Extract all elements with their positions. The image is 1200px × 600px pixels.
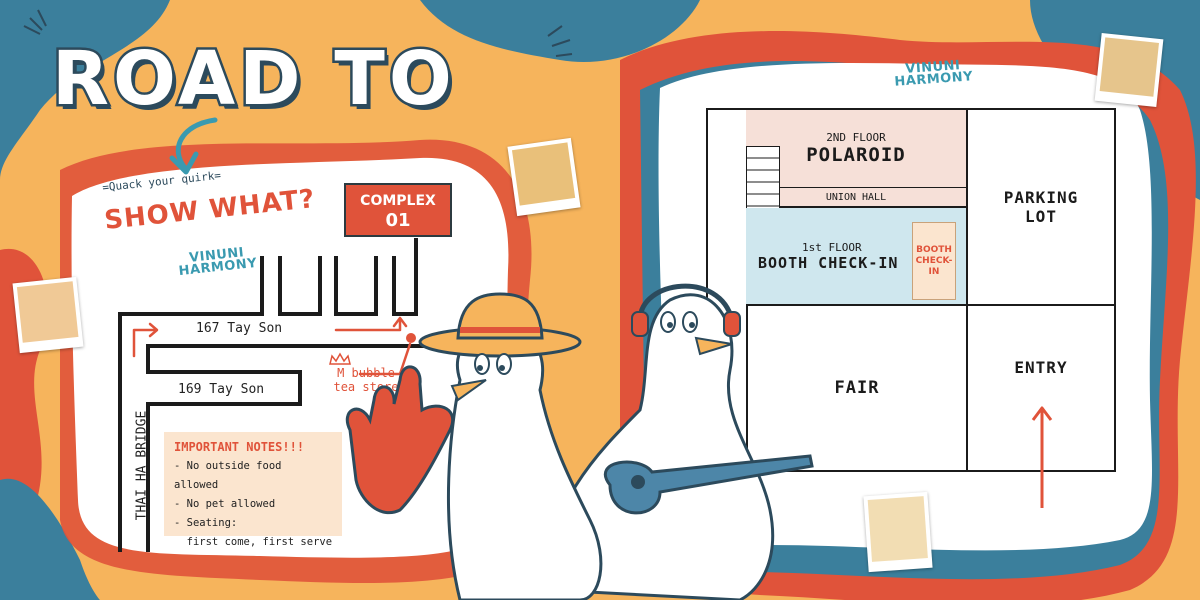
poster-line2: CHECK-IN — [915, 256, 953, 277]
photo-duck-4 — [863, 491, 933, 573]
note-item: - Seating: — [174, 517, 238, 529]
street-169: 169 Tay Son — [178, 382, 265, 397]
entry-label: ENTRY — [1014, 357, 1068, 377]
notes-heading: IMPORTANT NOTES!!! — [174, 440, 305, 454]
street-bridge: THAI HA BRIDGE — [134, 410, 150, 521]
room-parking-lot[interactable]: PARKING LOT — [968, 110, 1114, 306]
important-notes: IMPORTANT NOTES!!! - No outside food all… — [164, 432, 342, 548]
brand-logo-right: VINUNI HARMONY — [893, 58, 974, 90]
street-167: 167 Tay Son — [196, 321, 283, 336]
note-item: - No pet allowed — [174, 498, 276, 510]
entry-arrow-icon — [1031, 406, 1053, 508]
note-item: - No outside food allowed — [174, 460, 282, 491]
fair-label: FAIR — [834, 378, 880, 398]
photo-duck-2 — [12, 276, 84, 354]
booth-floor: 1st FLOOR — [802, 240, 862, 254]
polaroid-floor: 2ND FLOOR — [826, 131, 886, 144]
photo-duck-3 — [1094, 32, 1164, 108]
photo-duck-1 — [507, 137, 581, 217]
parking-line1: PARKING — [1003, 188, 1079, 207]
polaroid-name: POLAROID — [806, 144, 906, 166]
note-item: first come, first serve — [174, 536, 333, 548]
mascot-illustration — [345, 283, 814, 600]
booth-poster: BOOTH CHECK-IN — [912, 222, 956, 300]
poster-line1: BOOTH — [916, 245, 952, 255]
parking-line2: LOT — [1025, 207, 1057, 226]
